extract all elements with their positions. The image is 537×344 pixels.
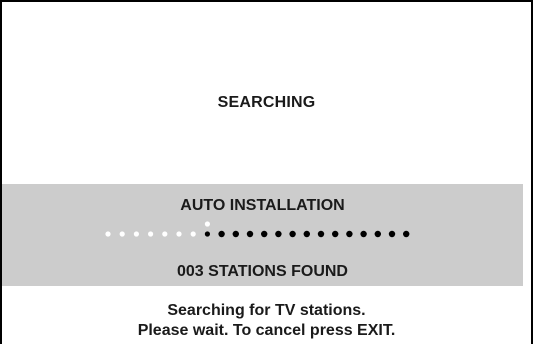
- tv-screen: SEARCHING AUTO INSTALLATION 003 STATIONS…: [0, 0, 533, 344]
- progress-dot-pending: [303, 230, 310, 238]
- status-title: SEARCHING: [217, 94, 316, 111]
- progress-dots: [105, 221, 410, 238]
- progress-dot-pending: [388, 230, 396, 238]
- info-message-line-1: Searching for TV stations.: [167, 302, 366, 319]
- panel-title: AUTO INSTALLATION: [180, 197, 345, 214]
- search-progress-bar: [2, 214, 523, 244]
- progress-dot-complete: [162, 231, 168, 237]
- progress-dot-complete: [105, 231, 111, 237]
- progress-dot-pending: [232, 230, 239, 238]
- progress-dot-pending: [317, 230, 325, 238]
- progress-dot-pending: [275, 230, 282, 238]
- auto-installation-panel: AUTO INSTALLATION 003 STATIONS FOUND: [2, 184, 523, 286]
- progress-dot-pending: [246, 230, 254, 238]
- progress-dot-pending: [218, 230, 225, 238]
- progress-dot-complete: [119, 231, 125, 237]
- progress-dot-pending: [261, 230, 268, 238]
- info-message-line-2: Please wait. To cancel press EXIT.: [137, 322, 396, 339]
- progress-dot-complete: [133, 231, 139, 237]
- progress-dot-complete: [204, 221, 210, 227]
- progress-dot-pending: [346, 230, 353, 238]
- stations-found-count: 003 STATIONS FOUND: [177, 263, 348, 280]
- progress-dot-complete: [148, 231, 154, 237]
- progress-dot-pending: [403, 230, 410, 238]
- progress-dot-complete: [176, 231, 182, 237]
- progress-dot-pending: [374, 230, 381, 238]
- progress-dot-pending: [204, 231, 210, 237]
- progress-dot-pending: [289, 230, 296, 238]
- progress-dot-pending: [332, 230, 339, 238]
- progress-dot-pending: [360, 230, 367, 238]
- progress-dot-complete: [190, 231, 196, 237]
